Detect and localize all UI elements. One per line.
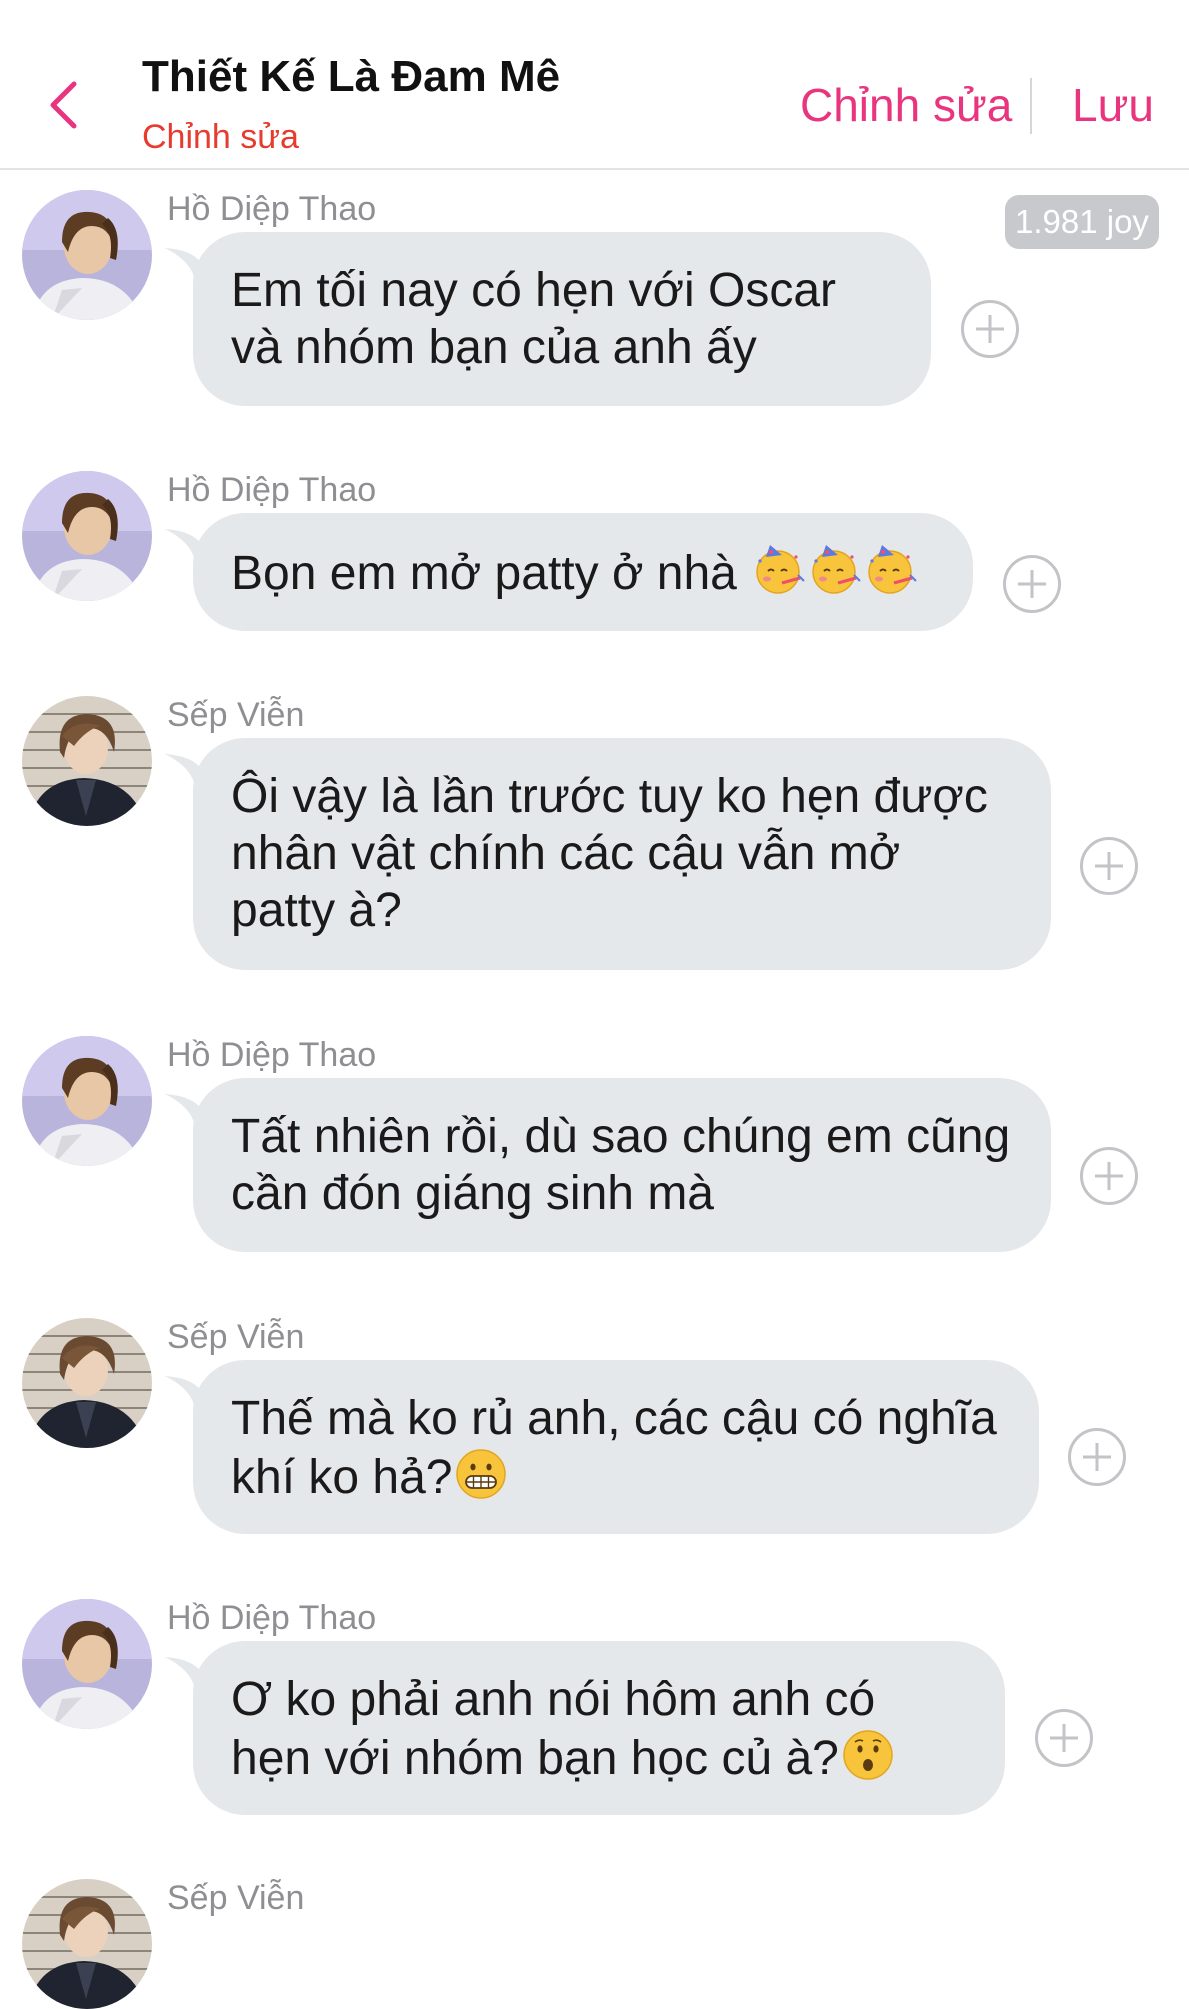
- save-button[interactable]: Lưu: [1072, 78, 1154, 132]
- sender-name: Sếp Viễn: [167, 1318, 305, 1356]
- message-text: Em tối nay có hẹn với Oscar và nhóm bạn …: [231, 264, 837, 374]
- message-bubble[interactable]: Tất nhiên rồi, dù sao chúng em cũng cần …: [193, 1078, 1051, 1252]
- sender-name: Hồ Diệp Thao: [167, 190, 377, 228]
- message-text: Ôi vậy là lần trước tuy ko hẹn được nhân…: [231, 770, 988, 937]
- hushed-face-icon: [841, 1728, 895, 1782]
- message-text: Thế mà ko rủ anh, các cậu có nghĩa khí k…: [231, 1392, 997, 1504]
- avatar[interactable]: [22, 1318, 152, 1448]
- partying-face-icon: [864, 543, 918, 597]
- message-text: Bọn em mở patty ở nhà: [231, 547, 751, 600]
- sender-name: Sếp Viễn: [167, 696, 305, 734]
- add-reaction-button[interactable]: [1068, 1428, 1126, 1486]
- partying-face-icon: [808, 543, 862, 597]
- avatar[interactable]: [22, 190, 152, 320]
- sender-name: Hồ Diệp Thao: [167, 471, 377, 509]
- add-reaction-button[interactable]: [1080, 837, 1138, 895]
- avatar[interactable]: [22, 471, 152, 601]
- chevron-left-icon: [50, 81, 77, 129]
- sender-name: Hồ Diệp Thao: [167, 1036, 377, 1074]
- message-bubble[interactable]: Thế mà ko rủ anh, các cậu có nghĩa khí k…: [193, 1360, 1039, 1534]
- message-bubble[interactable]: Bọn em mở patty ở nhà: [193, 513, 973, 631]
- message-bubble[interactable]: Em tối nay có hẹn với Oscar và nhóm bạn …: [193, 232, 931, 406]
- message-bubble[interactable]: Ơ ko phải anh nói hôm anh có hẹn với nhó…: [193, 1641, 1005, 1815]
- message-bubble[interactable]: Ôi vậy là lần trước tuy ko hẹn được nhân…: [193, 738, 1051, 970]
- top-bar: Thiết Kế Là Đam Mê Chỉnh sửa Chỉnh sửa L…: [0, 0, 1189, 170]
- avatar[interactable]: [22, 1879, 152, 2009]
- grimacing-face-icon: [454, 1447, 508, 1501]
- add-reaction-button[interactable]: [1003, 555, 1061, 613]
- avatar[interactable]: [22, 1036, 152, 1166]
- avatar[interactable]: [22, 1599, 152, 1729]
- message-text: Tất nhiên rồi, dù sao chúng em cũng cần …: [231, 1110, 1011, 1220]
- partying-face-icon: [752, 543, 806, 597]
- joy-badge: 1.981 joy: [1005, 195, 1159, 249]
- sender-name: Hồ Diệp Thao: [167, 1599, 377, 1637]
- edit-button[interactable]: Chỉnh sửa: [800, 78, 1012, 132]
- page-subtitle[interactable]: Chỉnh sửa: [142, 118, 299, 157]
- page-title: Thiết Kế Là Đam Mê: [142, 52, 561, 101]
- message-text: Ơ ko phải anh nói hôm anh có hẹn với nhó…: [231, 1673, 876, 1785]
- add-reaction-button[interactable]: [1080, 1147, 1138, 1205]
- add-reaction-button[interactable]: [961, 300, 1019, 358]
- back-button[interactable]: [38, 72, 88, 138]
- sender-name: Sếp Viễn: [167, 1879, 305, 1917]
- avatar[interactable]: [22, 696, 152, 826]
- add-reaction-button[interactable]: [1035, 1709, 1093, 1767]
- header-divider: [1030, 78, 1032, 134]
